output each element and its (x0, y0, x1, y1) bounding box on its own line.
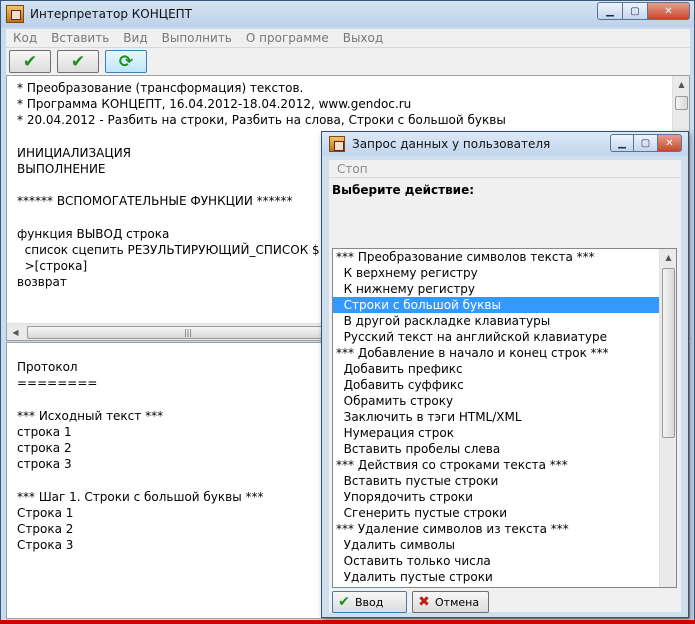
list-item[interactable]: *** Добавление в начало и конец строк **… (333, 345, 660, 361)
dialog-menu-bar: Стоп (329, 160, 681, 178)
checkmark-icon: ✔ (70, 51, 86, 72)
list-item[interactable]: Заключить в тэги HTML/XML (333, 409, 660, 425)
list-item[interactable]: Упорядочить строки (333, 489, 660, 505)
menu-insert[interactable]: Вставить (44, 31, 116, 45)
toolbar: ✔ ✔ ⟳ (6, 48, 690, 75)
menu-stop[interactable]: Стоп (337, 162, 368, 176)
list-item[interactable]: Добавить суффикс (333, 377, 660, 393)
list-item[interactable]: *** Преобразование символов текста *** (333, 249, 660, 265)
dialog-body: Выберите действие: *** Преобразование си… (329, 178, 681, 613)
cross-icon: ✖ (418, 594, 430, 610)
checkmark-icon: ✔ (338, 594, 350, 610)
scroll-left-arrow-icon[interactable]: ◀ (7, 324, 24, 341)
dialog-prompt: Выберите действие: (332, 183, 475, 197)
cancel-button[interactable]: ✖ Отмена (412, 591, 489, 613)
list-vertical-scrollbar[interactable]: ▲ (659, 249, 676, 587)
list-item[interactable]: *** Удаление символов из текста *** (333, 521, 660, 537)
dialog-minimize-button[interactable]: ▁ (610, 134, 634, 152)
cancel-label: Отмена (435, 595, 480, 609)
dialog-close-button[interactable]: ✕ (658, 134, 682, 152)
checkmark-icon: ✔ (22, 51, 38, 72)
list-item[interactable]: К верхнему регистру (333, 265, 660, 281)
ok-label: Ввод (355, 595, 384, 609)
app-icon (6, 5, 24, 23)
list-item[interactable]: Сгенерить пустые строки (333, 505, 660, 521)
scroll-thumb[interactable] (675, 96, 688, 110)
menu-exit[interactable]: Выход (336, 31, 390, 45)
close-button[interactable]: ✕ (648, 2, 690, 20)
dialog-maximize-button[interactable]: ▢ (634, 134, 658, 152)
list-item[interactable]: Удалить символы (333, 537, 660, 553)
dialog-title: Запрос данных у пользователя (352, 137, 551, 151)
menu-view[interactable]: Вид (116, 31, 154, 45)
menu-run[interactable]: Выполнить (155, 31, 239, 45)
red-border-line (0, 620, 695, 624)
action-list[interactable]: *** Преобразование символов текста *** К… (332, 248, 677, 588)
maximize-button[interactable]: ▢ (623, 2, 648, 20)
list-item[interactable]: Русский текст на английской клавиатуре (333, 329, 660, 345)
menu-code[interactable]: Код (6, 31, 44, 45)
list-item[interactable]: Нумерация строк (333, 425, 660, 441)
refresh-button[interactable]: ⟳ (105, 50, 147, 73)
list-item[interactable]: К нижнему регистру (333, 281, 660, 297)
list-item[interactable]: Добавить префикс (333, 361, 660, 377)
list-item[interactable]: Строки с большой буквы (333, 297, 660, 313)
menu-bar: Код Вставить Вид Выполнить О программе В… (6, 29, 690, 48)
protocol-text: Протокол ======== *** Исходный текст ***… (17, 360, 264, 553)
list-item[interactable]: Вставить пробелы слева (333, 441, 660, 457)
hscroll-thumb[interactable]: ||| (27, 326, 349, 339)
minimize-button[interactable]: ▁ (597, 2, 623, 20)
user-input-dialog: Запрос данных у пользователя ▁ ▢ ✕ Стоп … (321, 131, 689, 618)
scroll-up-arrow-icon[interactable]: ▲ (674, 76, 689, 93)
list-item[interactable]: Обрамить строку (333, 393, 660, 409)
list-item[interactable]: Вставить пустые строки (333, 473, 660, 489)
list-item[interactable]: *** Действия со строками текста *** (333, 457, 660, 473)
dialog-app-icon (329, 136, 345, 152)
scroll-up-arrow-icon[interactable]: ▲ (661, 249, 676, 266)
run-button[interactable]: ✔ (9, 50, 51, 73)
list-item[interactable]: Оставить только числа (333, 553, 660, 569)
list-scroll-thumb[interactable] (662, 268, 675, 438)
list-item[interactable]: Удалить пустые строки (333, 569, 660, 585)
menu-about[interactable]: О программе (239, 31, 336, 45)
list-item[interactable]: В другой раскладке клавиатуры (333, 313, 660, 329)
check-button[interactable]: ✔ (57, 50, 99, 73)
ok-button[interactable]: ✔ Ввод (332, 591, 407, 613)
window-title: Интерпретатор КОНЦЕПТ (30, 7, 193, 21)
dialog-titlebar[interactable]: Запрос данных у пользователя ▁ ▢ ✕ (322, 132, 688, 156)
main-titlebar[interactable]: Интерпретатор КОНЦЕПТ ▁ ▢ ✕ (1, 1, 694, 27)
refresh-icon: ⟳ (118, 51, 134, 72)
